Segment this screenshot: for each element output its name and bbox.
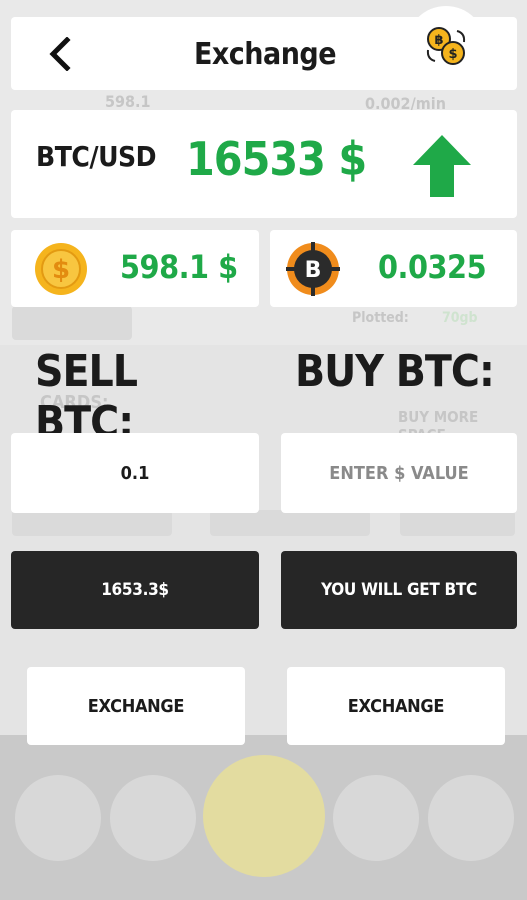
ghost-plotted: Plotted: xyxy=(352,310,409,326)
ghost-exchange-icon xyxy=(110,775,196,861)
btc-price: 16533 $ xyxy=(186,132,367,186)
buy-result-display: YOU WILL GET BTC xyxy=(281,551,517,629)
back-button[interactable] xyxy=(40,36,80,72)
bitcoin-coin-icon: B xyxy=(286,242,340,300)
ghost-rack-icon xyxy=(428,775,514,861)
sell-input-value: 0.1 xyxy=(120,462,150,484)
ghost-plotted-value: 70gb xyxy=(442,310,478,326)
currency-pair: BTC/USD xyxy=(36,140,157,173)
svg-text:$: $ xyxy=(448,47,457,62)
sell-exchange-label: EXCHANGE xyxy=(87,695,185,717)
trend-up-icon xyxy=(413,135,471,201)
sell-exchange-button[interactable]: EXCHANGE xyxy=(27,667,245,745)
page-title: Exchange xyxy=(193,36,337,72)
buy-usd-input[interactable]: ENTER $ VALUE xyxy=(281,433,517,513)
ghost-slot xyxy=(400,510,515,536)
coin-exchange-icon: ฿ $ xyxy=(426,27,466,65)
sell-btc-input[interactable]: 0.1 xyxy=(11,433,259,513)
ghost-slot xyxy=(210,510,370,536)
buy-input-placeholder: ENTER $ VALUE xyxy=(329,462,469,484)
buy-exchange-button[interactable]: EXCHANGE xyxy=(287,667,505,745)
buy-exchange-label: EXCHANGE xyxy=(347,695,445,717)
svg-text:฿: ฿ xyxy=(434,33,443,48)
dollar-coin-icon: $ xyxy=(34,242,88,300)
ghost-slot xyxy=(12,510,172,536)
usd-balance: 598.1 $ xyxy=(120,248,238,286)
ghost-gpu-icon xyxy=(333,775,419,861)
ghost-card xyxy=(12,306,132,340)
svg-text:B: B xyxy=(305,258,322,283)
ghost-balance: 598.1 xyxy=(105,92,151,111)
svg-text:$: $ xyxy=(52,255,70,285)
buy-heading: BUY BTC: xyxy=(295,346,495,397)
sell-result-display: 1653.3$ xyxy=(11,551,259,629)
coin-exchange-button[interactable]: ฿ $ xyxy=(406,6,486,86)
ghost-tools-icon xyxy=(15,775,101,861)
chevron-left-icon xyxy=(49,37,71,71)
ghost-bitcoin-icon xyxy=(203,755,325,877)
btc-balance: 0.0325 xyxy=(378,248,487,286)
